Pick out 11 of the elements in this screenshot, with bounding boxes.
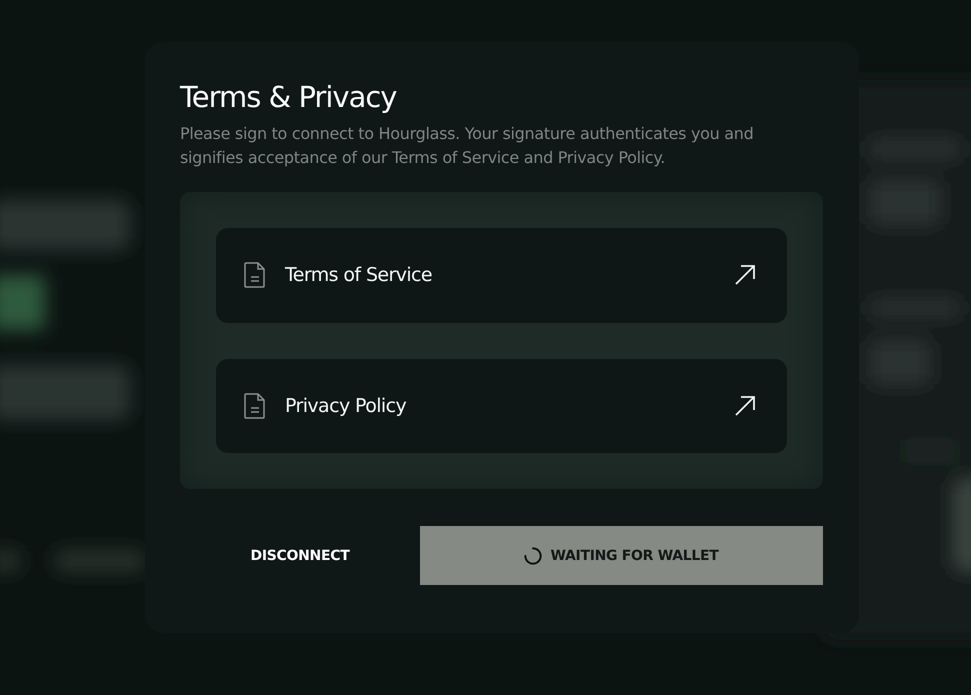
- waiting-for-wallet-button[interactable]: WAITING FOR WALLET: [420, 526, 823, 585]
- disconnect-button[interactable]: DISCONNECT: [180, 526, 420, 585]
- document-link[interactable]: Privacy Policy: [216, 358, 787, 453]
- external-arrow-icon: [733, 263, 757, 288]
- document-icon: [244, 392, 266, 419]
- document-link[interactable]: Terms of Service: [216, 228, 787, 322]
- spinner-icon: [524, 546, 542, 564]
- dialog-title: Terms & Privacy: [180, 80, 398, 114]
- external-arrow-icon: [733, 394, 757, 418]
- document-icon: [244, 262, 266, 288]
- dialog-description: Please sign to connect to Hourglass. Your signature authenticates you and signifies acceptance of our Terms of Service and Privacy Policy.: [180, 123, 754, 169]
